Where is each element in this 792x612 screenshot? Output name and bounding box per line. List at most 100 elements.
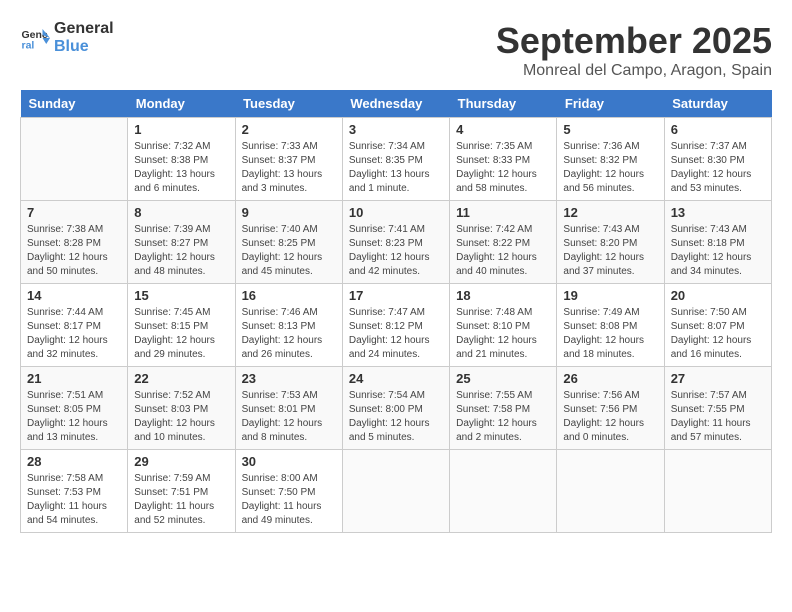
day-info: Sunrise: 7:46 AMSunset: 8:13 PMDaylight:… <box>242 306 336 362</box>
logo-icon: Gene ral <box>20 23 50 53</box>
day-cell: 30 Sunrise: 8:00 AMSunset: 7:50 PMDayligh… <box>235 450 342 533</box>
calendar-table: SundayMondayTuesdayWednesdayThursdayFrid… <box>20 90 772 533</box>
day-cell: 20Sunrise: 7:50 AMSunset: 8:07 PMDayligh… <box>664 284 771 367</box>
day-info: Sunrise: 7:42 AMSunset: 8:22 PMDaylight:… <box>456 223 550 279</box>
day-cell: 26Sunrise: 7:56 AMSunset: 7:56 PMDayligh… <box>557 367 664 450</box>
day-cell: 13 Sunrise: 7:43 AMSunset: 8:18 PMDayligh… <box>664 201 771 284</box>
day-number: 5 <box>563 122 657 137</box>
day-cell: 3 Sunrise: 7:34 AMSunset: 8:35 PMDaylight… <box>342 118 449 201</box>
day-number: 1 <box>134 122 228 137</box>
day-cell: 16 Sunrise: 7:46 AMSunset: 8:13 PMDayligh… <box>235 284 342 367</box>
week-row-3: 14Sunrise: 7:44 AMSunset: 8:17 PMDayligh… <box>21 284 772 367</box>
week-row-1: 1 Sunrise: 7:32 AMSunset: 8:38 PMDaylight… <box>21 118 772 201</box>
day-number: 28 <box>27 454 121 469</box>
day-info: Sunrise: 7:54 AMSunset: 8:00 PMDaylight:… <box>349 389 443 445</box>
day-info: Sunrise: 7:48 AMSunset: 8:10 PMDaylight:… <box>456 306 550 362</box>
logo: Gene ral General Blue <box>20 20 114 56</box>
day-cell <box>557 450 664 533</box>
calendar-title: September 2025 <box>496 20 772 62</box>
day-info: Sunrise: 7:53 AMSunset: 8:01 PMDaylight:… <box>242 389 336 445</box>
day-info: Sunrise: 7:38 AMSunset: 8:28 PMDaylight:… <box>27 223 121 279</box>
day-number: 3 <box>349 122 443 137</box>
day-number: 9 <box>242 205 336 220</box>
day-cell: 22 Sunrise: 7:52 AMSunset: 8:03 PMDayligh… <box>128 367 235 450</box>
day-number: 4 <box>456 122 550 137</box>
day-number: 19 <box>563 288 657 303</box>
day-cell: 27Sunrise: 7:57 AMSunset: 7:55 PMDayligh… <box>664 367 771 450</box>
day-info: Sunrise: 7:51 AMSunset: 8:05 PMDaylight:… <box>27 389 121 445</box>
day-cell: 7 Sunrise: 7:38 AMSunset: 8:28 PMDaylight… <box>21 201 128 284</box>
day-number: 2 <box>242 122 336 137</box>
day-info: Sunrise: 7:43 AMSunset: 8:18 PMDaylight:… <box>671 223 765 279</box>
day-info: Sunrise: 7:33 AMSunset: 8:37 PMDaylight:… <box>242 140 336 196</box>
day-header-wednesday: Wednesday <box>342 90 449 118</box>
day-header-saturday: Saturday <box>664 90 771 118</box>
day-info: Sunrise: 7:45 AMSunset: 8:15 PMDaylight:… <box>134 306 228 362</box>
day-cell: 4 Sunrise: 7:35 AMSunset: 8:33 PMDaylight… <box>450 118 557 201</box>
day-header-tuesday: Tuesday <box>235 90 342 118</box>
logo-line2: Blue <box>54 38 114 56</box>
day-number: 17 <box>349 288 443 303</box>
day-number: 24 <box>349 371 443 386</box>
day-info: Sunrise: 7:34 AMSunset: 8:35 PMDaylight:… <box>349 140 443 196</box>
day-cell: 23Sunrise: 7:53 AMSunset: 8:01 PMDayligh… <box>235 367 342 450</box>
day-cell <box>450 450 557 533</box>
day-header-monday: Monday <box>128 90 235 118</box>
day-info: Sunrise: 7:39 AMSunset: 8:27 PMDaylight:… <box>134 223 228 279</box>
day-info: Sunrise: 7:35 AMSunset: 8:33 PMDaylight:… <box>456 140 550 196</box>
day-number: 10 <box>349 205 443 220</box>
calendar-subtitle: Monreal del Campo, Aragon, Spain <box>496 62 772 80</box>
day-cell: 18 Sunrise: 7:48 AMSunset: 8:10 PMDayligh… <box>450 284 557 367</box>
day-cell: 29Sunrise: 7:59 AMSunset: 7:51 PMDayligh… <box>128 450 235 533</box>
day-number: 21 <box>27 371 121 386</box>
day-info: Sunrise: 7:43 AMSunset: 8:20 PMDaylight:… <box>563 223 657 279</box>
day-cell: 25Sunrise: 7:55 AMSunset: 7:58 PMDayligh… <box>450 367 557 450</box>
day-cell: 8 Sunrise: 7:39 AMSunset: 8:27 PMDaylight… <box>128 201 235 284</box>
day-number: 20 <box>671 288 765 303</box>
day-info: Sunrise: 7:44 AMSunset: 8:17 PMDaylight:… <box>27 306 121 362</box>
day-number: 26 <box>563 371 657 386</box>
day-info: Sunrise: 7:55 AMSunset: 7:58 PMDaylight:… <box>456 389 550 445</box>
day-info: Sunrise: 7:49 AMSunset: 8:08 PMDaylight:… <box>563 306 657 362</box>
day-number: 8 <box>134 205 228 220</box>
day-number: 16 <box>242 288 336 303</box>
logo-line1: General <box>54 20 114 38</box>
svg-text:ral: ral <box>22 40 35 52</box>
week-row-4: 21 Sunrise: 7:51 AMSunset: 8:05 PMDayligh… <box>21 367 772 450</box>
day-cell <box>21 118 128 201</box>
day-cell: 10Sunrise: 7:41 AMSunset: 8:23 PMDayligh… <box>342 201 449 284</box>
day-info: Sunrise: 7:32 AMSunset: 8:38 PMDaylight:… <box>134 140 228 196</box>
day-cell: 11 Sunrise: 7:42 AMSunset: 8:22 PMDayligh… <box>450 201 557 284</box>
day-number: 11 <box>456 205 550 220</box>
day-header-thursday: Thursday <box>450 90 557 118</box>
day-cell: 9 Sunrise: 7:40 AMSunset: 8:25 PMDaylight… <box>235 201 342 284</box>
day-info: Sunrise: 7:58 AMSunset: 7:53 PMDaylight:… <box>27 472 121 528</box>
day-cell: 21 Sunrise: 7:51 AMSunset: 8:05 PMDayligh… <box>21 367 128 450</box>
week-row-5: 28 Sunrise: 7:58 AMSunset: 7:53 PMDayligh… <box>21 450 772 533</box>
day-info: Sunrise: 7:40 AMSunset: 8:25 PMDaylight:… <box>242 223 336 279</box>
header: Gene ral General Blue September 2025 Mon… <box>20 20 772 80</box>
day-number: 27 <box>671 371 765 386</box>
day-cell: 19 Sunrise: 7:49 AMSunset: 8:08 PMDayligh… <box>557 284 664 367</box>
day-info: Sunrise: 7:59 AMSunset: 7:51 PMDaylight:… <box>134 472 228 528</box>
day-cell: 1 Sunrise: 7:32 AMSunset: 8:38 PMDaylight… <box>128 118 235 201</box>
day-info: Sunrise: 7:47 AMSunset: 8:12 PMDaylight:… <box>349 306 443 362</box>
day-info: Sunrise: 7:36 AMSunset: 8:32 PMDaylight:… <box>563 140 657 196</box>
day-number: 18 <box>456 288 550 303</box>
day-number: 30 <box>242 454 336 469</box>
day-cell: 15Sunrise: 7:45 AMSunset: 8:15 PMDayligh… <box>128 284 235 367</box>
day-number: 7 <box>27 205 121 220</box>
day-number: 6 <box>671 122 765 137</box>
day-info: Sunrise: 8:00 AMSunset: 7:50 PMDaylight:… <box>242 472 336 528</box>
day-number: 12 <box>563 205 657 220</box>
day-header-sunday: Sunday <box>21 90 128 118</box>
day-cell: 5 Sunrise: 7:36 AMSunset: 8:32 PMDaylight… <box>557 118 664 201</box>
day-number: 22 <box>134 371 228 386</box>
day-cell: 6Sunrise: 7:37 AMSunset: 8:30 PMDaylight… <box>664 118 771 201</box>
day-cell: 24 Sunrise: 7:54 AMSunset: 8:00 PMDayligh… <box>342 367 449 450</box>
day-number: 13 <box>671 205 765 220</box>
day-cell: 17 Sunrise: 7:47 AMSunset: 8:12 PMDayligh… <box>342 284 449 367</box>
day-info: Sunrise: 7:52 AMSunset: 8:03 PMDaylight:… <box>134 389 228 445</box>
day-cell: 14Sunrise: 7:44 AMSunset: 8:17 PMDayligh… <box>21 284 128 367</box>
title-section: September 2025 Monreal del Campo, Aragon… <box>496 20 772 80</box>
